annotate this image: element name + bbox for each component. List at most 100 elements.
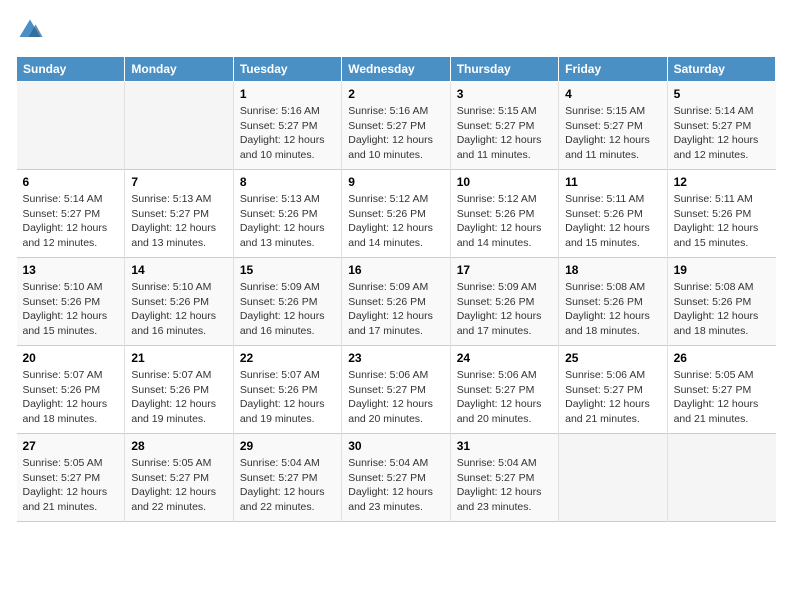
- col-header-sunday: Sunday: [17, 57, 125, 82]
- col-header-saturday: Saturday: [667, 57, 775, 82]
- day-number: 9: [348, 175, 443, 189]
- calendar-cell: 8 Sunrise: 5:13 AMSunset: 5:26 PMDaylight…: [233, 170, 341, 258]
- calendar-cell: 23Sunrise: 5:06 AMSunset: 5:27 PMDayligh…: [342, 346, 450, 434]
- calendar-cell: 6 Sunrise: 5:14 AMSunset: 5:27 PMDaylight…: [17, 170, 125, 258]
- day-info: Sunrise: 5:16 AMSunset: 5:27 PMDaylight:…: [348, 104, 443, 163]
- day-info: Sunrise: 5:12 AMSunset: 5:26 PMDaylight:…: [348, 192, 443, 251]
- calendar-cell: 14 Sunrise: 5:10 AMSunset: 5:26 PMDayligh…: [125, 258, 233, 346]
- day-number: 29: [240, 439, 335, 453]
- day-info: Sunrise: 5:09 AMSunset: 5:26 PMDaylight:…: [457, 280, 552, 339]
- day-number: 11: [565, 175, 660, 189]
- col-header-friday: Friday: [559, 57, 667, 82]
- day-number: 20: [23, 351, 119, 365]
- day-info: Sunrise: 5:07 AMSunset: 5:26 PMDaylight:…: [131, 368, 226, 427]
- day-number: 6: [23, 175, 119, 189]
- calendar-cell: [125, 82, 233, 170]
- day-info: Sunrise: 5:11 AMSunset: 5:26 PMDaylight:…: [565, 192, 660, 251]
- calendar-week-row: 20 Sunrise: 5:07 AMSunset: 5:26 PMDayligh…: [17, 346, 776, 434]
- logo: [16, 16, 48, 44]
- day-info: Sunrise: 5:04 AMSunset: 5:27 PMDaylight:…: [348, 456, 443, 515]
- day-number: 21: [131, 351, 226, 365]
- day-number: 28: [131, 439, 226, 453]
- calendar-cell: 18 Sunrise: 5:08 AMSunset: 5:26 PMDayligh…: [559, 258, 667, 346]
- calendar-cell: 5 Sunrise: 5:14 AMSunset: 5:27 PMDaylight…: [667, 82, 775, 170]
- day-number: 3: [457, 87, 552, 101]
- day-number: 22: [240, 351, 335, 365]
- day-info: Sunrise: 5:08 AMSunset: 5:26 PMDaylight:…: [674, 280, 770, 339]
- calendar-table: SundayMondayTuesdayWednesdayThursdayFrid…: [16, 56, 776, 522]
- day-number: 14: [131, 263, 226, 277]
- day-info: Sunrise: 5:11 AMSunset: 5:26 PMDaylight:…: [674, 192, 770, 251]
- day-number: 24: [457, 351, 552, 365]
- day-number: 18: [565, 263, 660, 277]
- calendar-cell: 16 Sunrise: 5:09 AMSunset: 5:26 PMDayligh…: [342, 258, 450, 346]
- calendar-cell: 4 Sunrise: 5:15 AMSunset: 5:27 PMDaylight…: [559, 82, 667, 170]
- calendar-cell: [17, 82, 125, 170]
- day-number: 15: [240, 263, 335, 277]
- day-info: Sunrise: 5:09 AMSunset: 5:26 PMDaylight:…: [240, 280, 335, 339]
- day-info: Sunrise: 5:13 AMSunset: 5:27 PMDaylight:…: [131, 192, 226, 251]
- day-info: Sunrise: 5:05 AMSunset: 5:27 PMDaylight:…: [674, 368, 770, 427]
- day-info: Sunrise: 5:09 AMSunset: 5:26 PMDaylight:…: [348, 280, 443, 339]
- day-number: 25: [565, 351, 660, 365]
- calendar-cell: 28 Sunrise: 5:05 AMSunset: 5:27 PMDayligh…: [125, 434, 233, 522]
- calendar-cell: 22Sunrise: 5:07 AMSunset: 5:26 PMDayligh…: [233, 346, 341, 434]
- day-info: Sunrise: 5:04 AMSunset: 5:27 PMDaylight:…: [240, 456, 335, 515]
- calendar-cell: 29 Sunrise: 5:04 AMSunset: 5:27 PMDayligh…: [233, 434, 341, 522]
- day-number: 12: [674, 175, 770, 189]
- calendar-cell: 1 Sunrise: 5:16 AMSunset: 5:27 PMDaylight…: [233, 82, 341, 170]
- day-number: 27: [23, 439, 119, 453]
- calendar-cell: 15 Sunrise: 5:09 AMSunset: 5:26 PMDayligh…: [233, 258, 341, 346]
- calendar-cell: 10Sunrise: 5:12 AMSunset: 5:26 PMDayligh…: [450, 170, 558, 258]
- logo-icon: [16, 16, 44, 44]
- day-info: Sunrise: 5:14 AMSunset: 5:27 PMDaylight:…: [674, 104, 770, 163]
- calendar-week-row: 27 Sunrise: 5:05 AMSunset: 5:27 PMDayligh…: [17, 434, 776, 522]
- calendar-cell: 11 Sunrise: 5:11 AMSunset: 5:26 PMDayligh…: [559, 170, 667, 258]
- day-info: Sunrise: 5:15 AMSunset: 5:27 PMDaylight:…: [457, 104, 552, 163]
- day-info: Sunrise: 5:08 AMSunset: 5:26 PMDaylight:…: [565, 280, 660, 339]
- calendar-cell: 30 Sunrise: 5:04 AMSunset: 5:27 PMDayligh…: [342, 434, 450, 522]
- day-info: Sunrise: 5:15 AMSunset: 5:27 PMDaylight:…: [565, 104, 660, 163]
- day-info: Sunrise: 5:10 AMSunset: 5:26 PMDaylight:…: [23, 280, 119, 339]
- col-header-tuesday: Tuesday: [233, 57, 341, 82]
- calendar-cell: 20 Sunrise: 5:07 AMSunset: 5:26 PMDayligh…: [17, 346, 125, 434]
- page-header: [16, 16, 776, 44]
- calendar-cell: 26 Sunrise: 5:05 AMSunset: 5:27 PMDayligh…: [667, 346, 775, 434]
- calendar-cell: 19 Sunrise: 5:08 AMSunset: 5:26 PMDayligh…: [667, 258, 775, 346]
- day-number: 30: [348, 439, 443, 453]
- day-info: Sunrise: 5:06 AMSunset: 5:27 PMDaylight:…: [565, 368, 660, 427]
- day-number: 2: [348, 87, 443, 101]
- calendar-cell: 7 Sunrise: 5:13 AMSunset: 5:27 PMDaylight…: [125, 170, 233, 258]
- day-info: Sunrise: 5:05 AMSunset: 5:27 PMDaylight:…: [131, 456, 226, 515]
- col-header-monday: Monday: [125, 57, 233, 82]
- day-number: 4: [565, 87, 660, 101]
- day-info: Sunrise: 5:14 AMSunset: 5:27 PMDaylight:…: [23, 192, 119, 251]
- calendar-cell: 12 Sunrise: 5:11 AMSunset: 5:26 PMDayligh…: [667, 170, 775, 258]
- day-number: 16: [348, 263, 443, 277]
- day-number: 5: [674, 87, 770, 101]
- day-info: Sunrise: 5:04 AMSunset: 5:27 PMDaylight:…: [457, 456, 552, 515]
- day-number: 7: [131, 175, 226, 189]
- calendar-header-row: SundayMondayTuesdayWednesdayThursdayFrid…: [17, 57, 776, 82]
- day-info: Sunrise: 5:16 AMSunset: 5:27 PMDaylight:…: [240, 104, 335, 163]
- calendar-cell: 2 Sunrise: 5:16 AMSunset: 5:27 PMDaylight…: [342, 82, 450, 170]
- day-number: 31: [457, 439, 552, 453]
- day-info: Sunrise: 5:05 AMSunset: 5:27 PMDaylight:…: [23, 456, 119, 515]
- day-info: Sunrise: 5:10 AMSunset: 5:26 PMDaylight:…: [131, 280, 226, 339]
- day-number: 19: [674, 263, 770, 277]
- day-number: 13: [23, 263, 119, 277]
- calendar-cell: 3 Sunrise: 5:15 AMSunset: 5:27 PMDaylight…: [450, 82, 558, 170]
- calendar-cell: 25 Sunrise: 5:06 AMSunset: 5:27 PMDayligh…: [559, 346, 667, 434]
- calendar-cell: 27 Sunrise: 5:05 AMSunset: 5:27 PMDayligh…: [17, 434, 125, 522]
- day-number: 8: [240, 175, 335, 189]
- day-info: Sunrise: 5:06 AMSunset: 5:27 PMDaylight:…: [457, 368, 552, 427]
- day-info: Sunrise: 5:07 AMSunset: 5:26 PMDaylight:…: [23, 368, 119, 427]
- calendar-cell: [559, 434, 667, 522]
- calendar-cell: 24 Sunrise: 5:06 AMSunset: 5:27 PMDayligh…: [450, 346, 558, 434]
- calendar-week-row: 6 Sunrise: 5:14 AMSunset: 5:27 PMDaylight…: [17, 170, 776, 258]
- day-info: Sunrise: 5:13 AMSunset: 5:26 PMDaylight:…: [240, 192, 335, 251]
- calendar-cell: 31 Sunrise: 5:04 AMSunset: 5:27 PMDayligh…: [450, 434, 558, 522]
- day-number: 10: [457, 175, 552, 189]
- day-number: 26: [674, 351, 770, 365]
- day-number: 1: [240, 87, 335, 101]
